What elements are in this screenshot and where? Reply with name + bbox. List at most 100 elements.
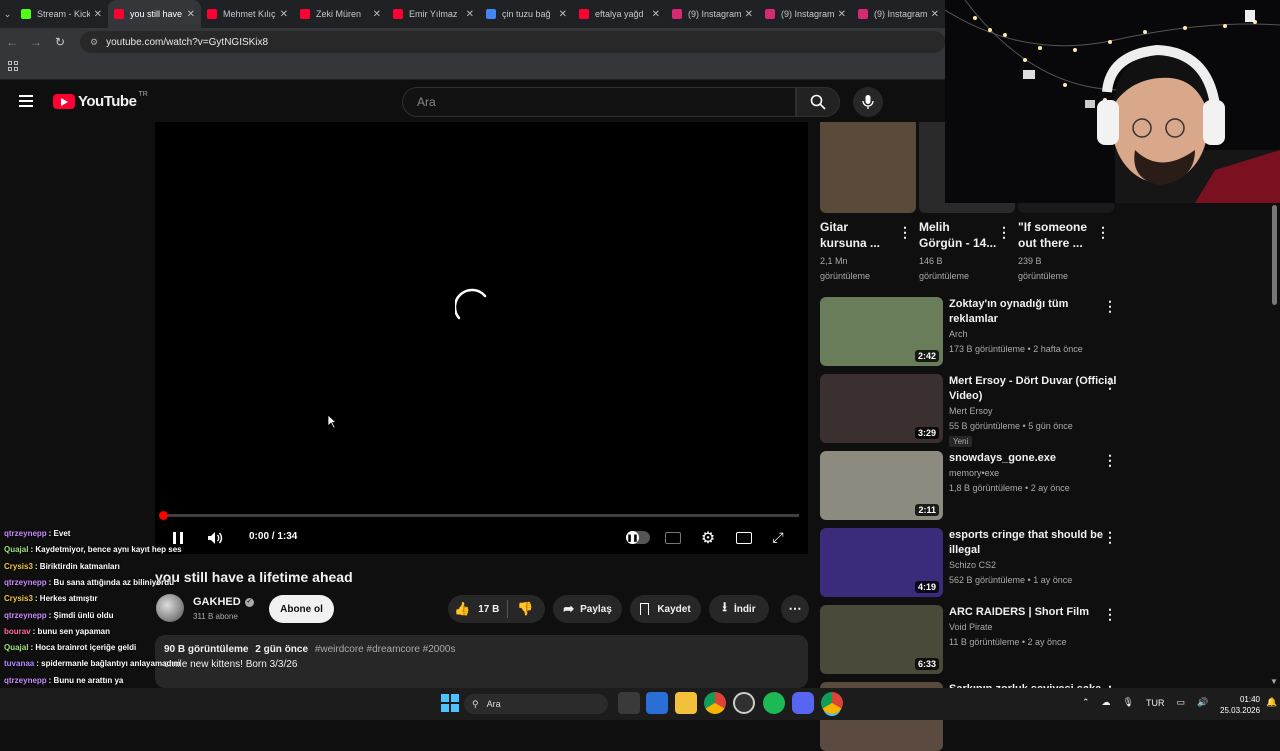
obs-icon[interactable] <box>733 692 755 714</box>
voice-search-button[interactable] <box>853 87 883 117</box>
progress-bar[interactable] <box>163 514 799 517</box>
short-thumbnail[interactable] <box>820 122 916 213</box>
browser-tab[interactable]: (9) Instagram ✕ <box>852 0 945 28</box>
short-title[interactable]: "If someone <box>1018 220 1087 235</box>
video-more-icon[interactable]: ⋮ <box>1103 606 1117 622</box>
short-more-icon[interactable]: ⋮ <box>898 224 912 240</box>
language-indicator[interactable]: TUR <box>1146 698 1165 708</box>
reload-icon[interactable]: ↻ <box>48 35 72 49</box>
short-more-icon[interactable]: ⋮ <box>997 224 1011 240</box>
save-button[interactable]: Kaydet <box>630 595 701 623</box>
theater-mode-button[interactable] <box>735 530 753 545</box>
video-player[interactable] <box>155 122 808 554</box>
subscribe-button[interactable]: Abone ol <box>269 595 334 623</box>
browser-tab[interactable]: çin tuzu bağ ✕ <box>480 0 573 28</box>
forward-icon[interactable]: → <box>24 35 48 49</box>
video-title-link[interactable]: ARC RAIDERS | Short Film <box>949 605 1089 620</box>
speaker-icon[interactable]: 🔊 <box>1197 697 1208 708</box>
browser-tab[interactable]: Stream - Kick ✕ <box>15 0 108 28</box>
short-title[interactable]: out there ... <box>1018 236 1083 251</box>
taskbar-search[interactable]: ⚲ Ara <box>464 694 608 714</box>
tab-close-icon[interactable]: ✕ <box>838 9 846 20</box>
dislike-button[interactable]: 👎 <box>517 601 533 617</box>
menu-icon[interactable] <box>19 95 33 107</box>
autoplay-toggle[interactable]: ❚❚ <box>626 531 650 544</box>
scroll-down-arrow-icon[interactable]: ▼ <box>1270 677 1278 686</box>
site-info-icon[interactable]: ⚙ <box>90 37 98 48</box>
browser-tab[interactable]: (9) Instagram ✕ <box>759 0 852 28</box>
video-thumbnail[interactable]: 3:29 <box>820 374 943 443</box>
video-thumbnail[interactable]: 2:42 <box>820 297 943 366</box>
search-button[interactable] <box>796 87 840 117</box>
video-more-icon[interactable]: ⋮ <box>1103 452 1117 468</box>
tab-close-icon[interactable]: ✕ <box>373 9 381 20</box>
tray-overflow-icon[interactable]: ⌃ <box>1082 697 1090 708</box>
network-icon[interactable]: ▭ <box>1176 697 1185 708</box>
video-thumbnail[interactable]: 6:33 <box>820 605 943 674</box>
tab-close-icon[interactable]: ✕ <box>187 9 195 20</box>
url-field[interactable]: ⚙ youtube.com/watch?v=GytNGISKix8 <box>80 31 945 53</box>
browser-tab[interactable]: eftalya yağd ✕ <box>573 0 666 28</box>
tab-search-button[interactable]: ⌄ <box>0 0 15 28</box>
scrubber-handle[interactable] <box>159 511 168 520</box>
channel-avatar[interactable] <box>156 594 184 622</box>
store-icon[interactable] <box>646 692 668 714</box>
tab-close-icon[interactable]: ✕ <box>280 9 288 20</box>
short-title[interactable]: kursuna ... <box>820 236 880 251</box>
tab-close-icon[interactable]: ✕ <box>94 9 102 20</box>
channel-name[interactable]: Arch <box>949 327 968 342</box>
more-actions-button[interactable]: ⋯ <box>781 595 809 623</box>
short-title[interactable]: Görgün - 14... <box>919 236 996 251</box>
video-title-link[interactable]: Zoktay'ın oynadığı tüm <box>949 297 1068 312</box>
channel-name[interactable]: Mert Ersoy <box>949 404 993 419</box>
browser-tab[interactable]: Mehmet Kılıç ✕ <box>201 0 294 28</box>
back-icon[interactable]: ← <box>0 35 24 49</box>
chrome-active-icon[interactable] <box>821 692 843 714</box>
chrome-icon[interactable] <box>704 692 726 714</box>
share-button[interactable]: ➦ Paylaş <box>553 595 622 623</box>
tab-close-icon[interactable]: ✕ <box>931 9 939 20</box>
channel-name[interactable]: Schizo CS2 <box>949 558 996 573</box>
download-button[interactable]: ⭳ İndir <box>709 595 769 623</box>
video-title-link[interactable]: reklamlar <box>949 312 998 327</box>
video-more-icon[interactable]: ⋮ <box>1103 298 1117 314</box>
tab-close-icon[interactable]: ✕ <box>466 9 474 20</box>
fullscreen-button[interactable]: ⤢ <box>770 529 786 545</box>
channel-name[interactable]: GAKHED ✓ <box>193 596 254 608</box>
video-title-link[interactable]: esports cringe that should be <box>949 528 1103 543</box>
sidebar-scrollbar[interactable] <box>1272 205 1277 305</box>
browser-tab[interactable]: you still have ✕ <box>108 0 201 28</box>
video-thumbnail[interactable]: 4:19 <box>820 528 943 597</box>
browser-tab[interactable]: Emir Yılmaz ✕ <box>387 0 480 28</box>
start-button[interactable] <box>439 692 461 714</box>
subtitles-button[interactable] <box>664 530 682 545</box>
spotify-icon[interactable] <box>763 692 785 714</box>
settings-button[interactable]: ⚙ <box>699 529 717 547</box>
short-title[interactable]: Melih <box>919 220 950 235</box>
mic-tray-icon[interactable]: 🎙 <box>1123 697 1134 708</box>
video-more-icon[interactable]: ⋮ <box>1103 375 1117 391</box>
apps-grid-icon[interactable] <box>8 61 18 71</box>
channel-name[interactable]: memory•exe <box>949 466 999 481</box>
clock[interactable]: 01:40 25.03.2026 <box>1220 694 1260 716</box>
browser-tab[interactable]: Zeki Müren ✕ <box>294 0 387 28</box>
volume-button[interactable] <box>205 528 227 548</box>
search-input[interactable]: Ara <box>402 87 796 117</box>
video-title-link[interactable]: illegal <box>949 543 980 558</box>
youtube-logo[interactable]: YouTube TR <box>53 91 148 110</box>
task-view-icon[interactable] <box>618 692 640 714</box>
channel-name[interactable]: Void Pirate <box>949 620 993 635</box>
notification-bell-icon[interactable]: 🔔 <box>1266 697 1277 708</box>
video-title-link[interactable]: Video) <box>949 389 982 404</box>
browser-tab[interactable]: (9) Instagram ✕ <box>666 0 759 28</box>
video-title-link[interactable]: snowdays_gone.exe <box>949 451 1056 466</box>
cloud-icon[interactable]: ☁ <box>1102 697 1111 708</box>
hashtags[interactable]: #weirdcore #dreamcore #2000s <box>315 644 456 655</box>
like-button[interactable]: 👍 17 B <box>454 601 499 617</box>
video-thumbnail[interactable]: 2:11 <box>820 451 943 520</box>
video-title-link[interactable]: Mert Ersoy - Dört Duvar (Official <box>949 374 1116 389</box>
short-title[interactable]: Gitar <box>820 220 848 235</box>
discord-icon[interactable] <box>792 692 814 714</box>
tab-close-icon[interactable]: ✕ <box>745 9 753 20</box>
tab-close-icon[interactable]: ✕ <box>652 9 660 20</box>
